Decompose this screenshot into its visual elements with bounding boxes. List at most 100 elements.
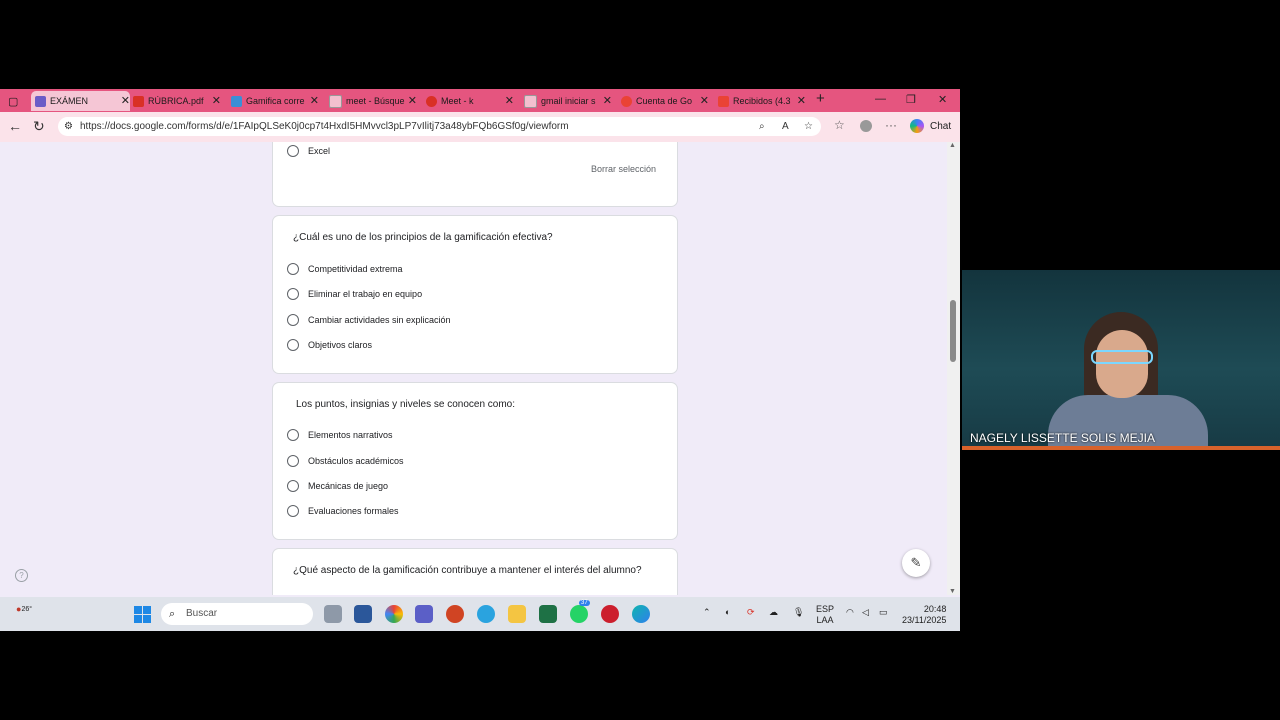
option-4[interactable]: Objetivos claros	[287, 337, 372, 353]
help-icon[interactable]: ?	[15, 569, 28, 582]
tray-app-icon[interactable]: ◐	[725, 607, 730, 618]
search-icon	[329, 94, 342, 108]
speaking-indicator	[962, 446, 1280, 450]
read-aloud-icon[interactable]: A	[782, 117, 789, 136]
new-tab-icon[interactable]: +	[816, 90, 825, 107]
close-tab-icon[interactable]: ✕	[700, 94, 709, 107]
radio-icon[interactable]	[287, 263, 299, 275]
powerpoint-icon[interactable]	[446, 605, 464, 623]
scroll-down-icon[interactable]: ▼	[949, 588, 956, 595]
forms-icon	[35, 95, 46, 107]
word-icon[interactable]	[354, 605, 372, 623]
tab-examen[interactable]: EXÁMEN ✕	[31, 91, 130, 111]
url-field[interactable]: ⚙ https://docs.google.com/forms/d/e/1FAI…	[58, 117, 821, 136]
edit-pencil-button[interactable]: ✎	[902, 549, 930, 577]
favorite-star-icon[interactable]: ☆	[804, 117, 813, 136]
option-4[interactable]: Evaluaciones formales	[287, 503, 399, 519]
tab-meet-busqueda[interactable]: meet - Búsque ✕	[329, 91, 417, 111]
participant-video-tile: NAGELY LISSETTE SOLIS MEJIA	[962, 270, 1280, 450]
more-icon[interactable]: ···	[885, 118, 897, 132]
recording-icon	[426, 95, 437, 107]
close-tab-icon[interactable]: ✕	[505, 94, 514, 107]
option-3[interactable]: Cambiar actividades sin explicación	[287, 312, 451, 328]
show-hidden-icons[interactable]: ⌃	[703, 607, 711, 618]
option-excel[interactable]: Excel	[287, 143, 330, 159]
question-card-previous: Excel Borrar selección	[273, 142, 677, 206]
copilot-chat-button[interactable]: Chat	[910, 119, 951, 133]
tab-meet[interactable]: Meet - k ✕	[426, 91, 514, 111]
tab-rubrica[interactable]: RÚBRICA.pdf ✕	[133, 91, 221, 111]
radio-icon[interactable]	[287, 339, 299, 351]
radio-icon[interactable]	[287, 288, 299, 300]
search-icon: ⌕	[169, 608, 176, 620]
telegram-icon[interactable]	[477, 605, 495, 623]
windows-start-icon[interactable]	[134, 606, 151, 623]
chrome-icon[interactable]	[385, 605, 403, 623]
battery-icon[interactable]: ▭	[879, 607, 888, 618]
close-tab-icon[interactable]: ✕	[310, 94, 319, 107]
zoom-icon[interactable]: ⌕	[759, 117, 765, 136]
file-explorer-icon[interactable]	[508, 605, 526, 623]
minimize-icon[interactable]: —	[875, 93, 886, 105]
radio-icon[interactable]	[287, 455, 299, 467]
participant-glasses	[1091, 350, 1153, 364]
wifi-icon[interactable]: ◠	[846, 607, 854, 618]
clock[interactable]: 20:48 23/11/2025	[902, 604, 946, 626]
radio-icon[interactable]	[287, 314, 299, 326]
clear-selection-button[interactable]: Borrar selección	[591, 164, 656, 174]
volume-icon[interactable]: ◁	[862, 607, 869, 618]
radio-icon[interactable]	[287, 505, 299, 517]
microphone-icon[interactable]: 🎙	[793, 607, 804, 618]
language-indicator[interactable]: ESP LAA	[816, 604, 834, 626]
question-card-1: ¿Cuál es uno de los principios de la gam…	[273, 216, 677, 373]
tab-gmail-search[interactable]: gmail iniciar s ✕	[524, 91, 612, 111]
tray-sync-icon[interactable]: ⟳	[747, 607, 755, 618]
question-title: ¿Cuál es uno de los principios de la gam…	[293, 232, 553, 243]
weather-widget[interactable]: ●26°	[16, 604, 32, 615]
whatsapp-icon[interactable]: 37	[570, 600, 590, 623]
profile-avatar[interactable]	[860, 120, 872, 132]
site-info-icon[interactable]: ⚙	[64, 117, 73, 136]
radio-icon[interactable]	[287, 480, 299, 492]
favorites-icon[interactable]: ☆	[834, 118, 845, 132]
tab-gmail[interactable]: Recibidos (4.3 ✕	[718, 91, 806, 111]
onedrive-icon[interactable]: ☁	[769, 607, 778, 618]
page-scrollbar[interactable]: ▲ ▼	[947, 142, 960, 595]
close-tab-icon[interactable]: ✕	[408, 94, 417, 107]
address-bar-row: ← ↻ ⚙ https://docs.google.com/forms/d/e/…	[0, 112, 960, 142]
question-card-2: Los puntos, insignias y niveles se conoc…	[273, 383, 677, 539]
option-1[interactable]: Elementos narrativos	[287, 427, 393, 443]
question-title: ¿Qué aspecto de la gamificación contribu…	[293, 565, 642, 576]
question-title: Los puntos, insignias y niveles se conoc…	[296, 399, 516, 410]
back-icon[interactable]: ←	[8, 119, 22, 133]
close-window-icon[interactable]: ✕	[938, 93, 947, 106]
close-tab-icon[interactable]: ✕	[797, 94, 806, 107]
tab-cuenta-google[interactable]: Cuenta de Go ✕	[621, 91, 709, 111]
participant-face	[1096, 330, 1148, 398]
tab-gamifica[interactable]: Gamifica corre ✕	[231, 91, 319, 111]
opera-icon[interactable]	[601, 605, 619, 623]
excel-icon[interactable]	[539, 605, 557, 623]
question-card-3: ¿Qué aspecto de la gamificación contribu…	[273, 549, 677, 595]
restore-icon[interactable]: ❐	[906, 93, 916, 106]
option-2[interactable]: Obstáculos académicos	[287, 453, 404, 469]
close-tab-icon[interactable]: ✕	[212, 94, 221, 107]
form-page: Excel Borrar selección ¿Cuál es uno de l…	[0, 142, 948, 595]
reload-icon[interactable]: ↻	[33, 119, 45, 133]
tab-actions-icon[interactable]: ▢	[8, 91, 22, 111]
radio-icon[interactable]	[287, 145, 299, 157]
edge-icon[interactable]	[632, 605, 650, 623]
task-view-icon[interactable]	[324, 605, 342, 623]
close-tab-icon[interactable]: ✕	[603, 94, 612, 107]
teams-icon[interactable]	[415, 605, 433, 623]
radio-icon[interactable]	[287, 429, 299, 441]
search-icon	[524, 94, 537, 108]
option-2[interactable]: Eliminar el trabajo en equipo	[287, 286, 422, 302]
scroll-up-icon[interactable]: ▲	[949, 142, 956, 149]
scrollbar-thumb[interactable]	[950, 300, 956, 362]
taskbar-search[interactable]: ⌕ Buscar	[161, 603, 313, 625]
close-tab-icon[interactable]: ✕	[121, 94, 130, 107]
site-icon	[231, 95, 242, 107]
option-1[interactable]: Competitividad extrema	[287, 261, 403, 277]
option-3[interactable]: Mecánicas de juego	[287, 478, 388, 494]
